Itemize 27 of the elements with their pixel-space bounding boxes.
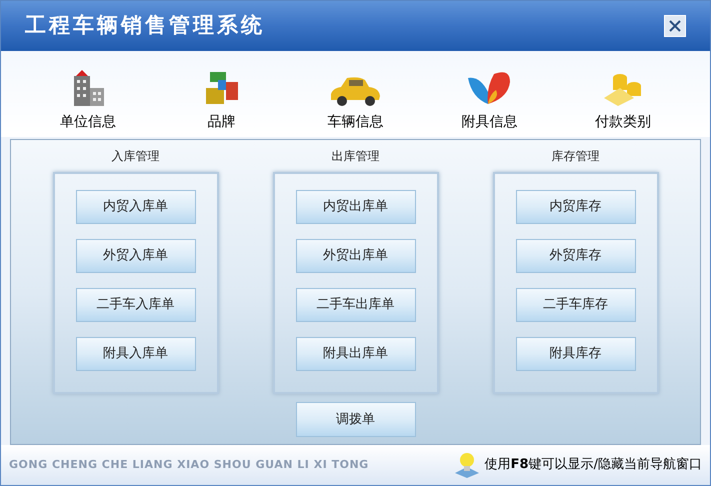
toolbar-button[interactable]: 付款类别 — [573, 68, 674, 133]
toolbar-button[interactable]: 品牌 — [172, 68, 272, 133]
menu-button[interactable]: 二手车出库单 — [296, 288, 416, 322]
group-title: 入库管理 — [112, 148, 160, 164]
pinyin-caption: GONG CHENG CHE LIANG XIAO SHOU GUAN LI XI TONG — [9, 456, 369, 473]
menu-button[interactable]: 内贸入库单 — [76, 190, 196, 224]
shortcut-hint: 使用F8键可以显示/隐藏当前导航窗口 — [484, 456, 702, 474]
menu-button[interactable]: 外贸库存 — [516, 239, 636, 273]
menu-button[interactable]: 外贸入库单 — [76, 239, 196, 273]
toolbar-button[interactable]: 附具信息 — [439, 68, 540, 133]
group-title: 库存管理 — [552, 148, 600, 164]
close-icon — [668, 19, 682, 33]
menu-button[interactable]: 内贸出库单 — [296, 190, 416, 224]
toolbar-button[interactable]: 车辆信息 — [305, 72, 406, 133]
menu-button[interactable]: 附具库存 — [516, 337, 636, 371]
close-button[interactable] — [664, 15, 686, 37]
menu-button[interactable]: 二手车库存 — [516, 288, 636, 322]
menu-button[interactable]: 二手车入库单 — [76, 288, 196, 322]
toolbar-button[interactable]: 单位信息 — [38, 68, 138, 133]
light-bulb-icon — [452, 451, 481, 479]
menu-button[interactable]: 附具入库单 — [76, 337, 196, 371]
menu-button[interactable]: 外贸出库单 — [296, 239, 416, 273]
group-title: 出库管理 — [332, 148, 380, 164]
window-title: 工程车辆销售管理系统 — [25, 12, 265, 40]
transfer-order-button[interactable]: 调拨单 — [296, 402, 416, 437]
menu-button[interactable]: 附具出库单 — [296, 337, 416, 371]
menu-button[interactable]: 内贸库存 — [516, 190, 636, 224]
